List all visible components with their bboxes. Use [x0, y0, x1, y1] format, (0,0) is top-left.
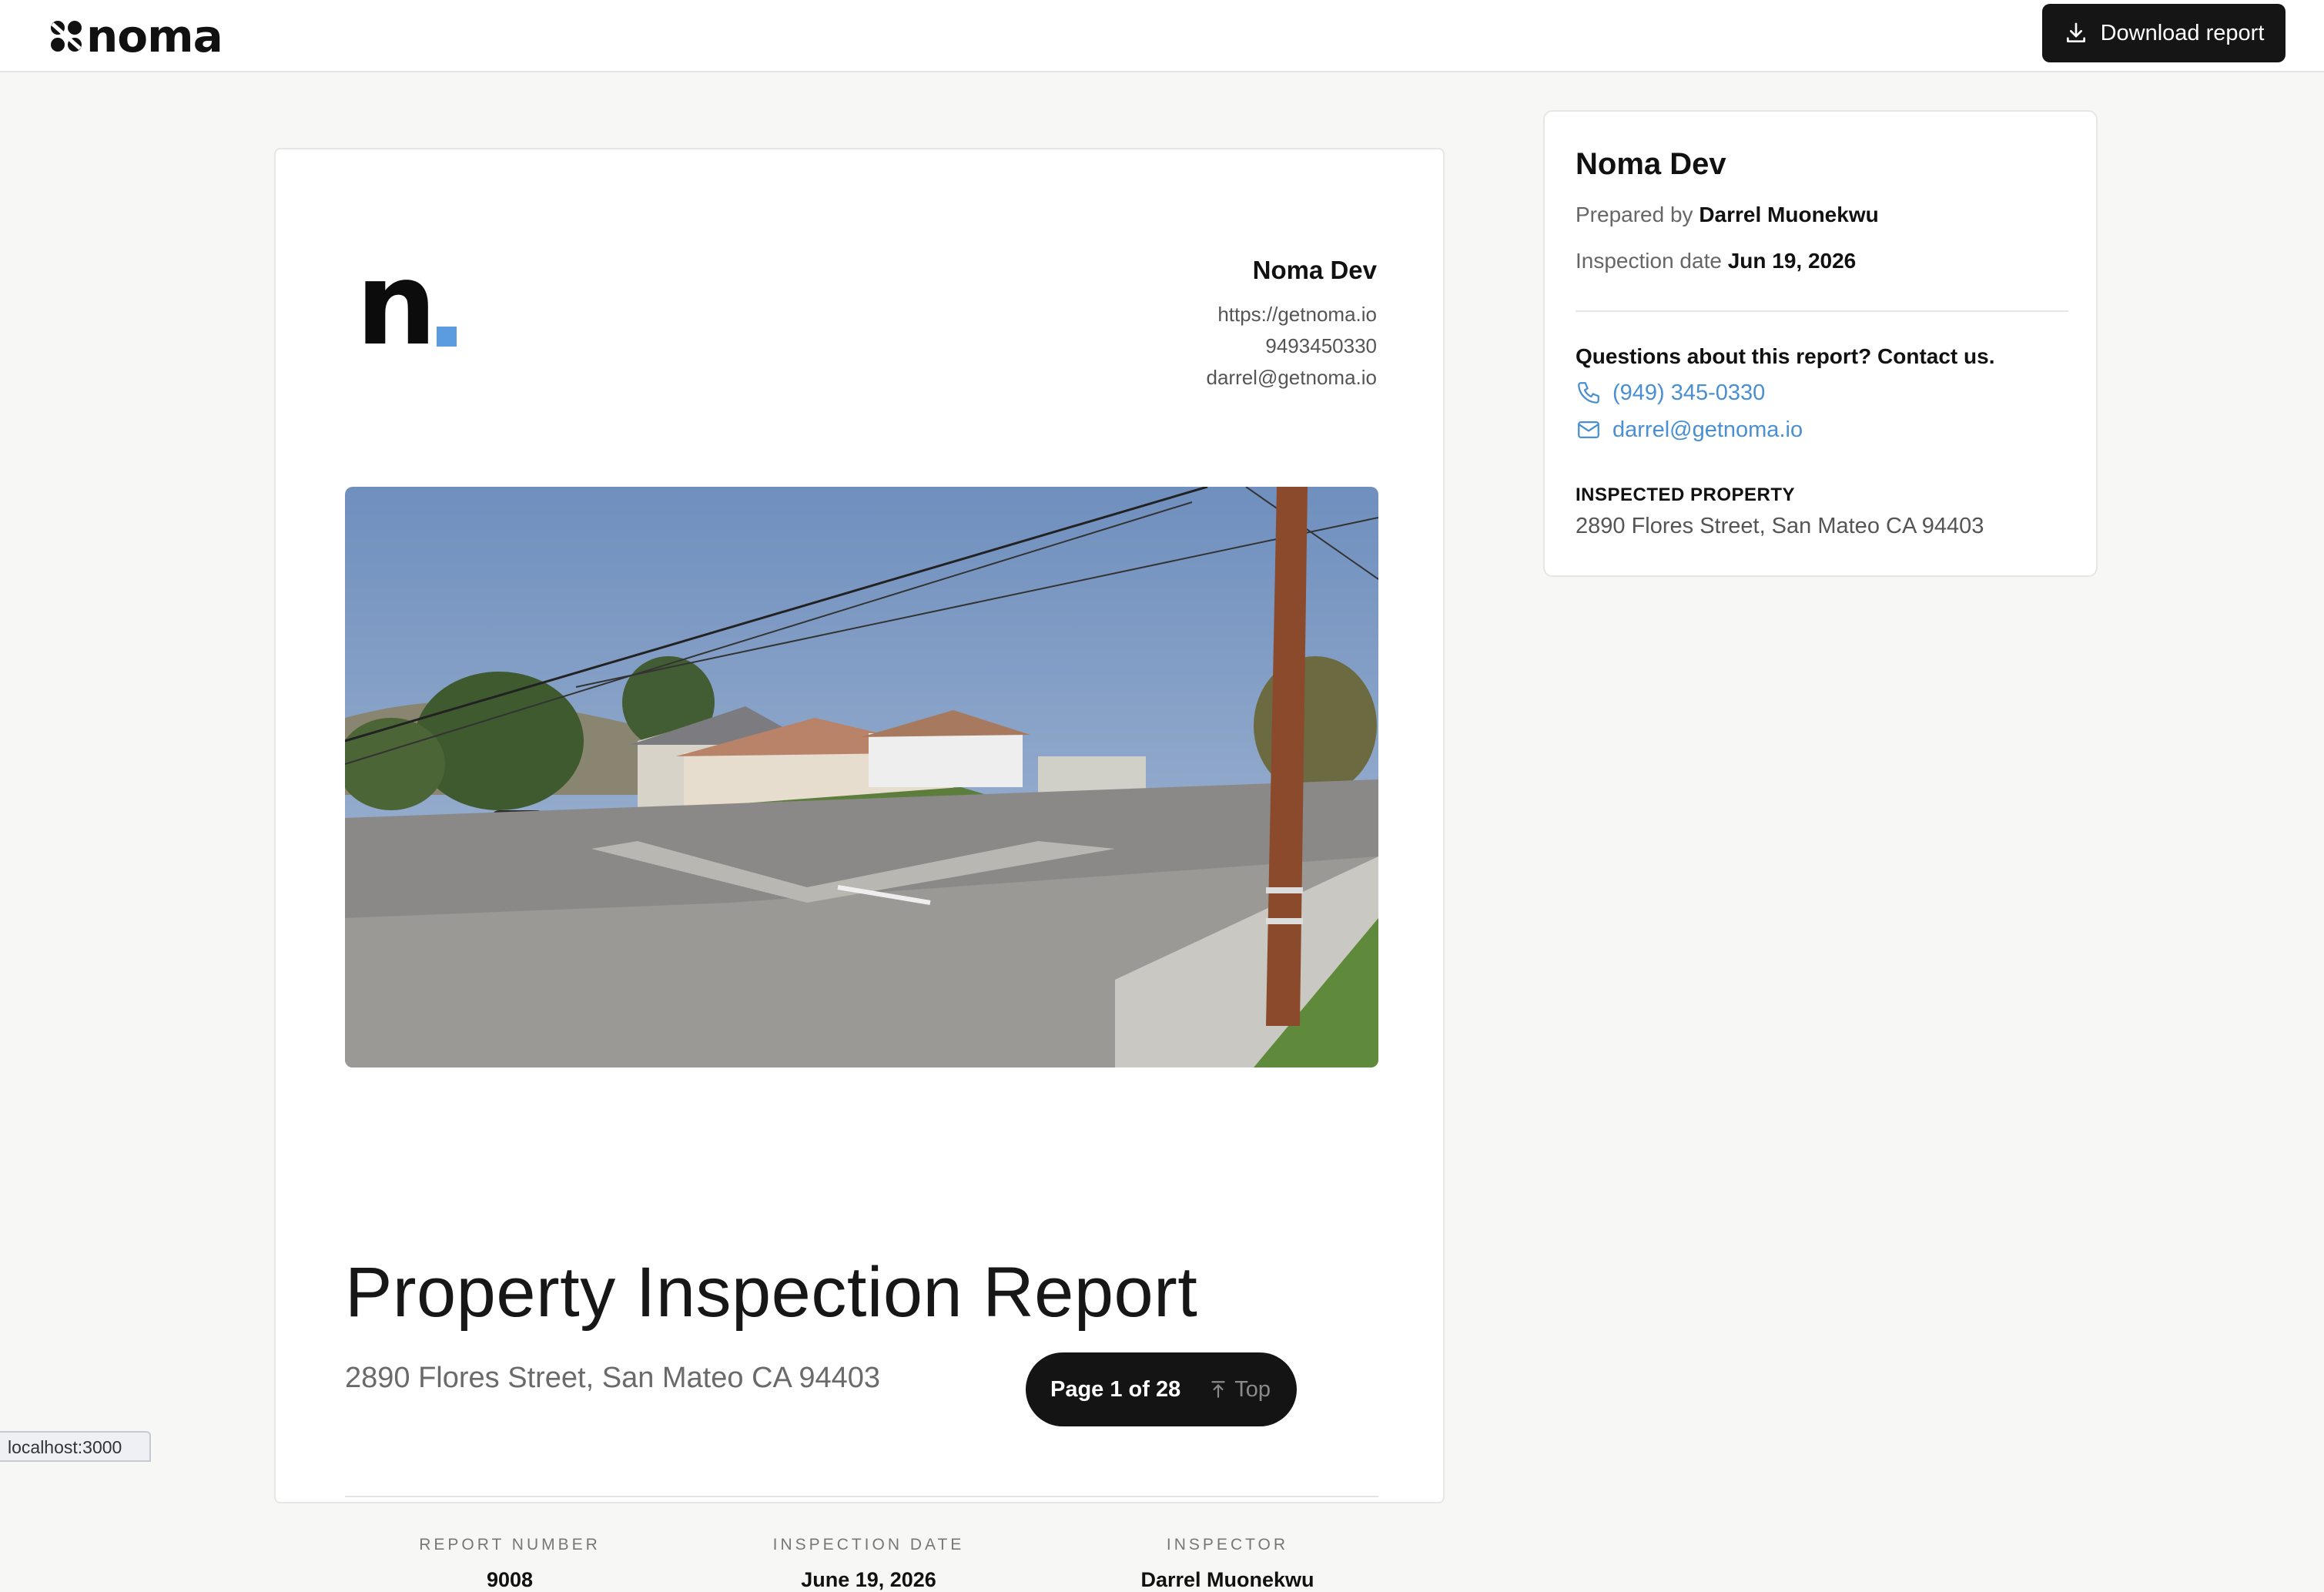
contact-prompt: Questions about this report? Contact us. — [1576, 344, 1995, 368]
divider — [345, 1496, 1378, 1497]
meta-value: 9008 — [486, 1568, 534, 1591]
inspected-property-address: 2890 Flores Street, San Mateo CA 94403 — [1576, 514, 1984, 538]
download-report-label: Download report — [2100, 20, 2265, 45]
meta-inspection-date: INSPECTION DATE June 19, 2026 — [707, 1536, 1030, 1592]
meta-value: Darrel Muonekwu — [1140, 1568, 1314, 1591]
status-bar-url: localhost:3000 — [0, 1431, 151, 1462]
prepared-by-label: Prepared by — [1576, 203, 1693, 226]
phone-icon — [1578, 382, 1599, 404]
prepared-by-value: Darrel Muonekwu — [1699, 203, 1879, 226]
company-logo: n — [356, 242, 457, 361]
download-icon — [2066, 22, 2085, 42]
company-info: Noma Dev https://getnoma.io 9493450330 d… — [1206, 256, 1377, 394]
property-photo — [345, 487, 1378, 1067]
meta-label: REPORT NUMBER — [419, 1536, 601, 1553]
prepared-by: Prepared by Darrel Muonekwu — [1576, 203, 1879, 227]
scroll-top-button[interactable]: Top — [1208, 1377, 1271, 1403]
contact-email-link[interactable]: darrel@getnoma.io — [1576, 417, 1803, 443]
meta-report-number: REPORT NUMBER 9008 — [348, 1536, 671, 1592]
contact-email: darrel@getnoma.io — [1612, 417, 1803, 442]
brand-name: noma — [86, 10, 223, 62]
meta-label: INSPECTOR — [1166, 1536, 1289, 1553]
company-phone: 9493450330 — [1265, 334, 1377, 357]
mail-icon — [1578, 421, 1599, 439]
inspection-date-value: Jun 19, 2026 — [1727, 249, 1857, 273]
inspection-date-label: Inspection date — [1576, 249, 1722, 273]
page-indicator: Page 1 of 28 Top — [1026, 1352, 1297, 1426]
report-document: n Noma Dev https://getnoma.io 9493450330… — [274, 148, 1445, 1591]
company-website[interactable]: https://getnoma.io — [1206, 299, 1377, 330]
meta-inspector: INSPECTOR Darrel Muonekwu — [1066, 1536, 1389, 1592]
inspection-date: Inspection date Jun 19, 2026 — [1576, 249, 1856, 273]
contact-phone-link[interactable]: (949) 345-0330 — [1576, 380, 1765, 406]
contact-phone: (949) 345-0330 — [1612, 380, 1766, 405]
company-email[interactable]: darrel@getnoma.io — [1206, 362, 1377, 394]
divider — [1576, 310, 2068, 312]
sidebar-company-name: Noma Dev — [1576, 147, 1726, 181]
company-name: Noma Dev — [1252, 256, 1377, 284]
report-address: 2890 Flores Street, San Mateo CA 94403 — [345, 1362, 880, 1394]
report-summary-card: Noma Dev Prepared by Darrel Muonekwu Ins… — [1543, 110, 2098, 577]
download-report-button[interactable]: Download report — [2042, 4, 2285, 62]
noma-mark-icon — [51, 21, 82, 52]
brand-logo[interactable]: noma — [49, 11, 223, 62]
report-title: Property Inspection Report — [345, 1253, 1198, 1332]
top-bar: noma Download report — [0, 0, 2324, 72]
arrow-up-icon — [1211, 1381, 1225, 1398]
inspected-property-label: INSPECTED PROPERTY — [1576, 484, 1796, 505]
page-count: Page 1 of 28 — [1050, 1376, 1181, 1402]
meta-value: June 19, 2026 — [801, 1568, 936, 1591]
scroll-top-label: Top — [1234, 1376, 1271, 1402]
meta-label: INSPECTION DATE — [772, 1536, 965, 1553]
